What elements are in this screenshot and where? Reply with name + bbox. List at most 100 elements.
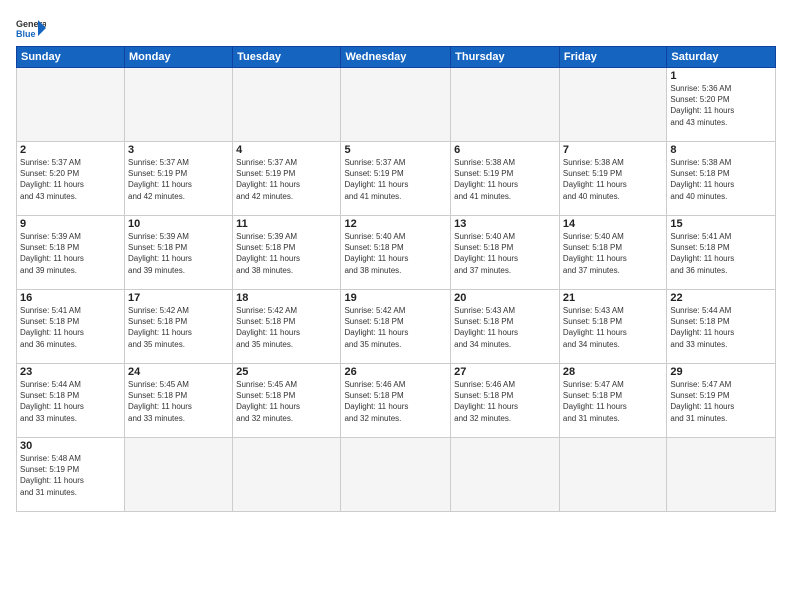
calendar-cell: 22Sunrise: 5:44 AM Sunset: 5:18 PM Dayli… (667, 290, 776, 364)
page: General Blue SundayMondayTuesdayWednesda… (0, 0, 792, 612)
date-number: 27 (454, 366, 556, 378)
calendar-cell (125, 68, 233, 142)
date-number: 2 (20, 144, 121, 156)
date-number: 22 (670, 292, 772, 304)
cell-sun-info: Sunrise: 5:48 AM Sunset: 5:19 PM Dayligh… (20, 453, 121, 498)
cell-sun-info: Sunrise: 5:37 AM Sunset: 5:20 PM Dayligh… (20, 157, 121, 202)
date-number: 3 (128, 144, 229, 156)
cell-sun-info: Sunrise: 5:42 AM Sunset: 5:18 PM Dayligh… (128, 305, 229, 350)
calendar-cell (341, 68, 451, 142)
cell-sun-info: Sunrise: 5:38 AM Sunset: 5:19 PM Dayligh… (454, 157, 556, 202)
cell-sun-info: Sunrise: 5:47 AM Sunset: 5:18 PM Dayligh… (563, 379, 663, 424)
date-number: 25 (236, 366, 337, 378)
calendar-cell: 26Sunrise: 5:46 AM Sunset: 5:18 PM Dayli… (341, 364, 451, 438)
date-number: 10 (128, 218, 229, 230)
calendar-cell: 25Sunrise: 5:45 AM Sunset: 5:18 PM Dayli… (233, 364, 341, 438)
date-number: 5 (344, 144, 447, 156)
date-number: 14 (563, 218, 663, 230)
cell-sun-info: Sunrise: 5:45 AM Sunset: 5:18 PM Dayligh… (128, 379, 229, 424)
calendar-cell: 28Sunrise: 5:47 AM Sunset: 5:18 PM Dayli… (559, 364, 666, 438)
date-number: 28 (563, 366, 663, 378)
calendar-cell (17, 68, 125, 142)
date-number: 24 (128, 366, 229, 378)
cell-sun-info: Sunrise: 5:44 AM Sunset: 5:18 PM Dayligh… (20, 379, 121, 424)
cell-sun-info: Sunrise: 5:43 AM Sunset: 5:18 PM Dayligh… (563, 305, 663, 350)
calendar-cell (451, 438, 560, 512)
date-number: 4 (236, 144, 337, 156)
calendar-cell: 29Sunrise: 5:47 AM Sunset: 5:19 PM Dayli… (667, 364, 776, 438)
cell-sun-info: Sunrise: 5:45 AM Sunset: 5:18 PM Dayligh… (236, 379, 337, 424)
date-number: 12 (344, 218, 447, 230)
cell-sun-info: Sunrise: 5:40 AM Sunset: 5:18 PM Dayligh… (454, 231, 556, 276)
calendar-cell: 1Sunrise: 5:36 AM Sunset: 5:20 PM Daylig… (667, 68, 776, 142)
calendar-cell: 18Sunrise: 5:42 AM Sunset: 5:18 PM Dayli… (233, 290, 341, 364)
cell-sun-info: Sunrise: 5:43 AM Sunset: 5:18 PM Dayligh… (454, 305, 556, 350)
cell-sun-info: Sunrise: 5:39 AM Sunset: 5:18 PM Dayligh… (20, 231, 121, 276)
calendar-cell: 4Sunrise: 5:37 AM Sunset: 5:19 PM Daylig… (233, 142, 341, 216)
weekday-header: Tuesday (233, 47, 341, 68)
cell-sun-info: Sunrise: 5:46 AM Sunset: 5:18 PM Dayligh… (344, 379, 447, 424)
cell-sun-info: Sunrise: 5:42 AM Sunset: 5:18 PM Dayligh… (344, 305, 447, 350)
calendar-cell: 5Sunrise: 5:37 AM Sunset: 5:19 PM Daylig… (341, 142, 451, 216)
cell-sun-info: Sunrise: 5:37 AM Sunset: 5:19 PM Dayligh… (236, 157, 337, 202)
calendar-cell: 15Sunrise: 5:41 AM Sunset: 5:18 PM Dayli… (667, 216, 776, 290)
calendar-cell (559, 68, 666, 142)
cell-sun-info: Sunrise: 5:37 AM Sunset: 5:19 PM Dayligh… (128, 157, 229, 202)
header: General Blue (16, 16, 776, 40)
cell-sun-info: Sunrise: 5:42 AM Sunset: 5:18 PM Dayligh… (236, 305, 337, 350)
calendar-cell (233, 68, 341, 142)
calendar-cell: 2Sunrise: 5:37 AM Sunset: 5:20 PM Daylig… (17, 142, 125, 216)
calendar-cell: 30Sunrise: 5:48 AM Sunset: 5:19 PM Dayli… (17, 438, 125, 512)
calendar-cell: 9Sunrise: 5:39 AM Sunset: 5:18 PM Daylig… (17, 216, 125, 290)
calendar-cell (667, 438, 776, 512)
calendar-cell: 10Sunrise: 5:39 AM Sunset: 5:18 PM Dayli… (125, 216, 233, 290)
date-number: 30 (20, 440, 121, 452)
calendar-cell (125, 438, 233, 512)
date-number: 13 (454, 218, 556, 230)
date-number: 11 (236, 218, 337, 230)
calendar-cell: 21Sunrise: 5:43 AM Sunset: 5:18 PM Dayli… (559, 290, 666, 364)
cell-sun-info: Sunrise: 5:41 AM Sunset: 5:18 PM Dayligh… (20, 305, 121, 350)
cell-sun-info: Sunrise: 5:37 AM Sunset: 5:19 PM Dayligh… (344, 157, 447, 202)
calendar-cell: 17Sunrise: 5:42 AM Sunset: 5:18 PM Dayli… (125, 290, 233, 364)
calendar-cell (451, 68, 560, 142)
weekday-header: Sunday (17, 47, 125, 68)
logo-icon: General Blue (16, 16, 46, 40)
cell-sun-info: Sunrise: 5:40 AM Sunset: 5:18 PM Dayligh… (344, 231, 447, 276)
date-number: 29 (670, 366, 772, 378)
weekday-header: Saturday (667, 47, 776, 68)
calendar-cell: 3Sunrise: 5:37 AM Sunset: 5:19 PM Daylig… (125, 142, 233, 216)
cell-sun-info: Sunrise: 5:39 AM Sunset: 5:18 PM Dayligh… (236, 231, 337, 276)
calendar-cell (341, 438, 451, 512)
cell-sun-info: Sunrise: 5:47 AM Sunset: 5:19 PM Dayligh… (670, 379, 772, 424)
date-number: 16 (20, 292, 121, 304)
weekday-header: Wednesday (341, 47, 451, 68)
date-number: 1 (670, 70, 772, 82)
date-number: 19 (344, 292, 447, 304)
calendar-cell: 16Sunrise: 5:41 AM Sunset: 5:18 PM Dayli… (17, 290, 125, 364)
cell-sun-info: Sunrise: 5:41 AM Sunset: 5:18 PM Dayligh… (670, 231, 772, 276)
calendar: SundayMondayTuesdayWednesdayThursdayFrid… (16, 46, 776, 512)
cell-sun-info: Sunrise: 5:36 AM Sunset: 5:20 PM Dayligh… (670, 83, 772, 128)
weekday-header: Monday (125, 47, 233, 68)
calendar-cell: 12Sunrise: 5:40 AM Sunset: 5:18 PM Dayli… (341, 216, 451, 290)
date-number: 23 (20, 366, 121, 378)
logo: General Blue (16, 16, 46, 40)
calendar-cell: 6Sunrise: 5:38 AM Sunset: 5:19 PM Daylig… (451, 142, 560, 216)
date-number: 26 (344, 366, 447, 378)
calendar-cell: 20Sunrise: 5:43 AM Sunset: 5:18 PM Dayli… (451, 290, 560, 364)
date-number: 21 (563, 292, 663, 304)
date-number: 6 (454, 144, 556, 156)
date-number: 17 (128, 292, 229, 304)
calendar-cell: 8Sunrise: 5:38 AM Sunset: 5:18 PM Daylig… (667, 142, 776, 216)
calendar-cell: 24Sunrise: 5:45 AM Sunset: 5:18 PM Dayli… (125, 364, 233, 438)
svg-text:Blue: Blue (16, 29, 36, 39)
calendar-cell (233, 438, 341, 512)
calendar-cell: 27Sunrise: 5:46 AM Sunset: 5:18 PM Dayli… (451, 364, 560, 438)
weekday-header: Thursday (451, 47, 560, 68)
cell-sun-info: Sunrise: 5:38 AM Sunset: 5:19 PM Dayligh… (563, 157, 663, 202)
cell-sun-info: Sunrise: 5:39 AM Sunset: 5:18 PM Dayligh… (128, 231, 229, 276)
date-number: 7 (563, 144, 663, 156)
calendar-cell: 14Sunrise: 5:40 AM Sunset: 5:18 PM Dayli… (559, 216, 666, 290)
calendar-cell: 7Sunrise: 5:38 AM Sunset: 5:19 PM Daylig… (559, 142, 666, 216)
